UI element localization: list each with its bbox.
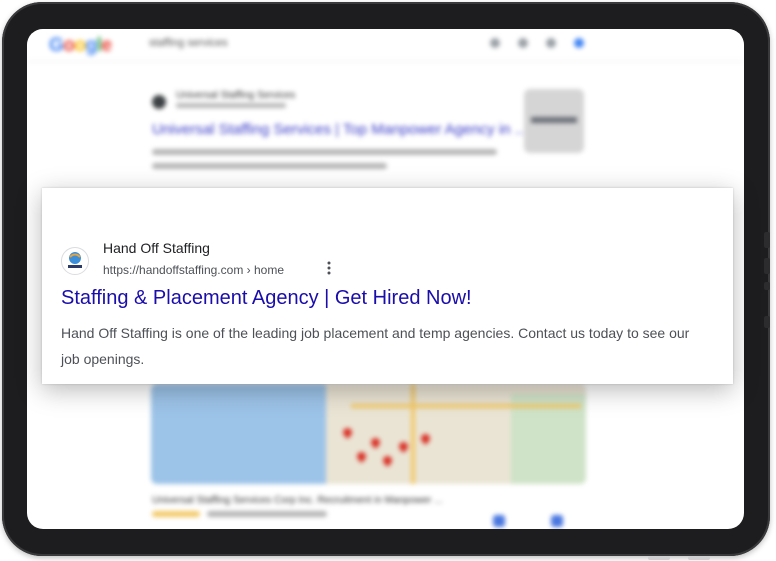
search-header: Google staffing services [27,29,744,62]
result-site-name: Universal Staffing Services [176,90,296,101]
featured-search-result: Hand Off Staffing https://handoffstaffin… [42,188,733,384]
result-title-link[interactable]: Staffing & Placement Agency | Get Hired … [61,287,472,310]
map-water [151,384,326,484]
volume-down-button [764,258,770,274]
map-road [351,404,581,408]
directions-icon[interactable] [551,515,563,527]
result-favicon [152,95,166,109]
snippet-line [152,163,387,169]
bottom-button-right [688,556,710,560]
rating-stars [152,511,200,517]
website-icon[interactable] [493,515,505,527]
result-url [176,103,286,108]
thumbnail-logo [531,117,577,123]
camera-icon[interactable] [546,38,556,48]
result-site-name: Hand Off Staffing [103,240,210,256]
more-vert-icon[interactable] [326,261,332,277]
local-result-title[interactable]: Universal Staffing Services Corp Inc. Re… [152,495,443,506]
result-title-link[interactable]: Universal Staffing Services | Top Manpow… [152,121,527,138]
snippet-line [152,149,497,155]
side-sensor [764,282,770,290]
result-url[interactable]: https://handoffstaffing.com › home [103,263,284,277]
map-road [411,384,415,484]
bottom-button-left [648,556,670,560]
search-icon[interactable] [574,38,584,48]
power-button [764,316,770,328]
handoff-logo-icon [68,252,82,268]
site-favicon [61,247,89,275]
result-snippet: Hand Off Staffing is one of the leading … [61,325,690,367]
microphone-icon[interactable] [518,38,528,48]
snippet-line [207,511,327,517]
header-icons [490,38,584,48]
stage: Google staffing services Universal Staff… [0,0,776,561]
search-input[interactable]: staffing services [149,37,228,49]
clear-icon[interactable] [490,38,500,48]
search-logo[interactable]: Google [49,35,112,57]
volume-up-button [764,232,770,248]
local-results-map[interactable] [151,384,586,484]
